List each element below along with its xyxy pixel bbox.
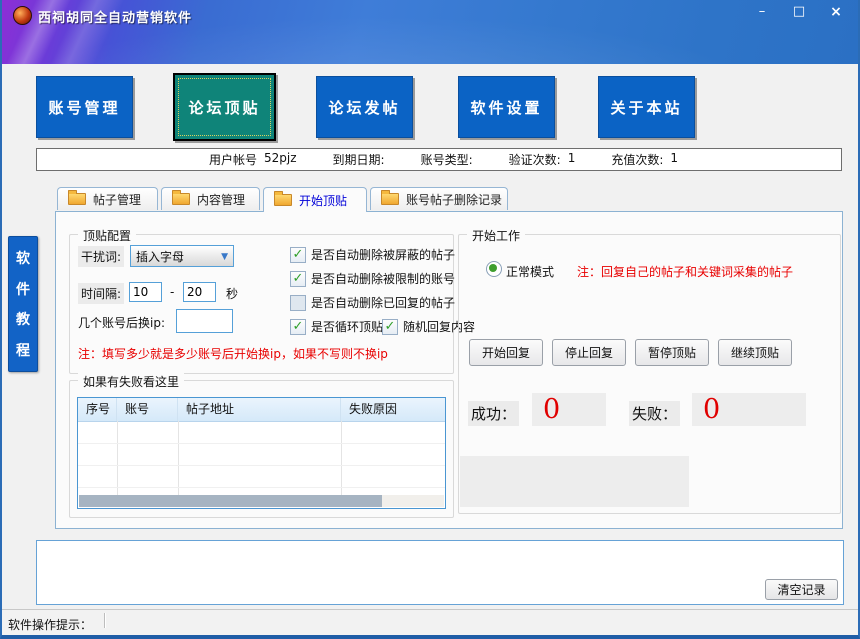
- nav-about-site-button[interactable]: 关于本站: [598, 76, 695, 138]
- verify-count-label: 验证次数:: [509, 151, 561, 168]
- nav-forum-post-button[interactable]: 论坛发帖: [316, 76, 413, 138]
- folder-icon: [274, 194, 292, 206]
- group-title: 开始工作: [467, 227, 525, 244]
- table-row: [78, 421, 445, 444]
- work-group: 开始工作 正常模式 注：回复自己的帖子和关键词采集的帖子 开始回复 停止回复 暂…: [458, 234, 841, 514]
- pause-bump-button[interactable]: 暂停顶贴: [635, 339, 709, 366]
- table-row: [78, 443, 445, 466]
- tab-panel: 顶贴配置 干扰词: 插入字母 ▼ ✓ 是否自动删除被屏蔽的帖子 ✓ 是否自动删除…: [55, 211, 843, 529]
- tab-post-management[interactable]: 帖子管理: [57, 187, 158, 210]
- close-icon[interactable]: ×: [826, 3, 846, 21]
- normal-mode-label: 正常模式: [506, 263, 554, 280]
- ip-switch-label: 几个账号后换ip:: [78, 314, 165, 331]
- resume-bump-button[interactable]: 继续顶贴: [718, 339, 792, 366]
- checkbox-delete-restricted-accounts[interactable]: ✓ 是否自动删除被限制的账号: [290, 270, 455, 287]
- folder-icon: [68, 193, 86, 205]
- group-title: 如果有失败看这里: [78, 373, 184, 390]
- column-header-account[interactable]: 账号: [117, 398, 178, 421]
- folder-icon: [172, 193, 190, 205]
- nav-forum-bump-button[interactable]: 论坛顶贴: [173, 73, 276, 141]
- status-hint-label: 软件操作提示：: [8, 616, 92, 633]
- tab-strip: 帖子管理 内容管理 开始顶贴 账号帖子删除记录: [57, 187, 508, 212]
- user-account-label: 用户帐号: [209, 151, 257, 168]
- nav-software-settings-button[interactable]: 软件设置: [458, 76, 555, 138]
- checkbox-icon: ✓: [290, 271, 306, 287]
- failures-group: 如果有失败看这里 序号 账号 帖子地址 失败原因: [69, 380, 454, 518]
- app-icon: [13, 6, 32, 25]
- checkbox-delete-replied-posts[interactable]: 是否自动删除已回复的帖子: [290, 294, 455, 311]
- window-controls: – □ ×: [752, 3, 846, 21]
- success-count: 0: [532, 393, 606, 426]
- column-header-post-url[interactable]: 帖子地址: [178, 398, 341, 421]
- horizontal-scrollbar[interactable]: [79, 495, 444, 507]
- mode-note-text: 注：回复自己的帖子和关键词采集的帖子: [577, 263, 793, 280]
- tab-start-bump[interactable]: 开始顶贴: [263, 187, 367, 212]
- checkbox-icon: ✓: [290, 247, 306, 263]
- status-divider: [104, 613, 106, 628]
- normal-mode-radio[interactable]: [486, 261, 502, 277]
- status-bar: 软件操作提示：: [0, 609, 860, 636]
- chevron-down-icon: ▼: [221, 246, 228, 268]
- titlebar: 西祠胡同全自动营销软件 – □ ×: [0, 0, 860, 64]
- failures-table-header: 序号 账号 帖子地址 失败原因: [78, 398, 445, 422]
- column-header-index[interactable]: 序号: [78, 398, 117, 421]
- checkbox-delete-blocked-posts[interactable]: ✓ 是否自动删除被屏蔽的帖子: [290, 246, 455, 263]
- bump-config-group: 顶贴配置 干扰词: 插入字母 ▼ ✓ 是否自动删除被屏蔽的帖子 ✓ 是否自动删除…: [69, 234, 454, 374]
- interval-label: 时间隔:: [78, 283, 124, 304]
- scrollbar-thumb[interactable]: [79, 495, 382, 507]
- recharge-count-label: 充值次数:: [611, 151, 663, 168]
- minimize-icon[interactable]: –: [752, 3, 772, 21]
- account-info-bar: 用户帐号 52pjz 到期日期: 账号类型: 验证次数: 1 充值次数: 1: [36, 148, 842, 171]
- software-tutorial-button[interactable]: 软 件 教 程: [8, 236, 38, 372]
- interfere-word-dropdown[interactable]: 插入字母 ▼: [130, 245, 234, 267]
- account-type-label: 账号类型:: [421, 151, 473, 168]
- user-account-value: 52pjz: [264, 151, 297, 168]
- verify-count-value: 1: [568, 151, 576, 168]
- checkbox-icon: ✓: [382, 319, 398, 335]
- interval-unit-label: 秒: [226, 285, 238, 302]
- expire-date-label: 到期日期:: [333, 151, 385, 168]
- tab-content-management[interactable]: 内容管理: [161, 187, 260, 210]
- failures-table: 序号 账号 帖子地址 失败原因: [77, 397, 446, 509]
- checkbox-icon: [290, 295, 306, 311]
- folder-icon: [381, 193, 399, 205]
- tab-account-post-delete-log[interactable]: 账号帖子删除记录: [370, 187, 508, 210]
- log-area[interactable]: 清空记录: [36, 540, 844, 605]
- table-row: [78, 465, 445, 488]
- status-panel: [460, 456, 689, 507]
- group-title: 顶贴配置: [78, 227, 136, 244]
- app-window: 西祠胡同全自动营销软件 – □ × 账号管理 论坛顶贴 论坛发帖 软件设置 关于…: [0, 0, 860, 639]
- interval-dash: -: [170, 285, 174, 299]
- success-label: 成功：: [468, 401, 519, 426]
- stop-reply-button[interactable]: 停止回复: [552, 339, 626, 366]
- column-header-fail-reason[interactable]: 失败原因: [341, 398, 445, 421]
- interval-from-input[interactable]: [129, 282, 162, 302]
- start-reply-button[interactable]: 开始回复: [469, 339, 543, 366]
- fail-count: 0: [692, 393, 806, 426]
- ip-switch-input[interactable]: [176, 309, 233, 333]
- app-title: 西祠胡同全自动营销软件: [38, 7, 192, 26]
- ip-note-text: 注：填写多少就是多少账号后开始换ip，如果不写则不换ip: [78, 345, 388, 362]
- nav-account-management-button[interactable]: 账号管理: [36, 76, 133, 138]
- clear-log-button[interactable]: 清空记录: [765, 579, 838, 600]
- interval-to-input[interactable]: [183, 282, 216, 302]
- checkbox-icon: ✓: [290, 319, 306, 335]
- fail-label: 失败：: [629, 401, 680, 426]
- checkbox-loop-bump[interactable]: ✓ 是否循环顶贴: [290, 318, 383, 335]
- interfere-word-label: 干扰词:: [78, 246, 124, 267]
- maximize-icon[interactable]: □: [789, 3, 809, 21]
- recharge-count-value: 1: [670, 151, 678, 168]
